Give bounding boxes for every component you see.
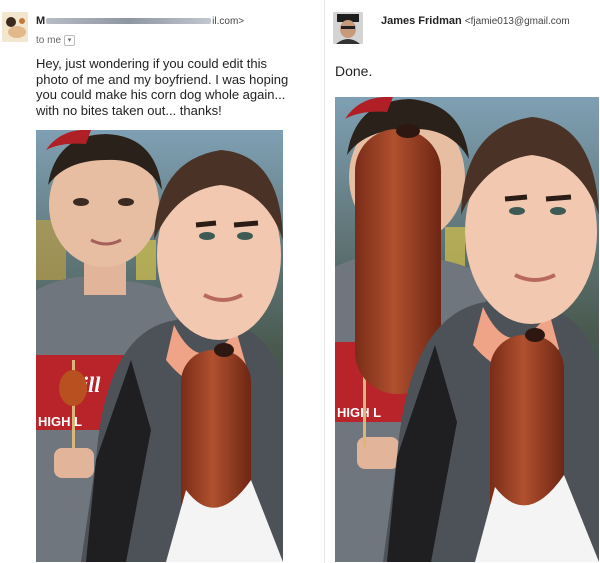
sender-avatar[interactable] <box>2 12 28 42</box>
reply-email-panel: James Fridman <fjamie013@gmail.com Done.… <box>325 0 600 563</box>
edited-photo: ill HIGH L <box>335 97 599 562</box>
message-line: with no bites taken out... thanks! <box>36 102 222 118</box>
sender-address: James Fridman <fjamie013@gmail.com <box>381 15 570 27</box>
sender-initial: M <box>36 15 46 27</box>
request-message-body: Hey, just wondering if you could edit th… <box>36 56 288 118</box>
sender-name: James Fridman <box>381 15 462 27</box>
chevron-down-icon[interactable]: ▾ <box>64 35 76 46</box>
recipient-label: to me <box>36 35 62 47</box>
shirt-print-bottom: HIGH L <box>38 414 82 429</box>
redacted-address-bar <box>46 18 212 25</box>
message-line: you could make his corn dog whole again.… <box>36 87 286 102</box>
recipient-line: to me ▾ <box>36 35 76 47</box>
original-photo: ill HIGH L <box>36 130 283 562</box>
shirt-print-bottom: HIGH L <box>337 405 381 420</box>
request-email-panel: Mil.com> to me ▾ Hey, just wondering if y… <box>0 0 324 563</box>
message-line: photo of me and my boyfriend. I was hopi… <box>36 71 289 87</box>
sender-address-suffix: il.com> <box>212 16 245 27</box>
sender-email: <fjamie013@gmail.com <box>464 16 570 27</box>
reply-message-body: Done. <box>335 63 373 79</box>
sender-address: Mil.com> <box>36 15 244 27</box>
message-line: Hey, just wondering if you could edit th… <box>36 56 267 71</box>
sender-avatar[interactable] <box>333 12 363 44</box>
